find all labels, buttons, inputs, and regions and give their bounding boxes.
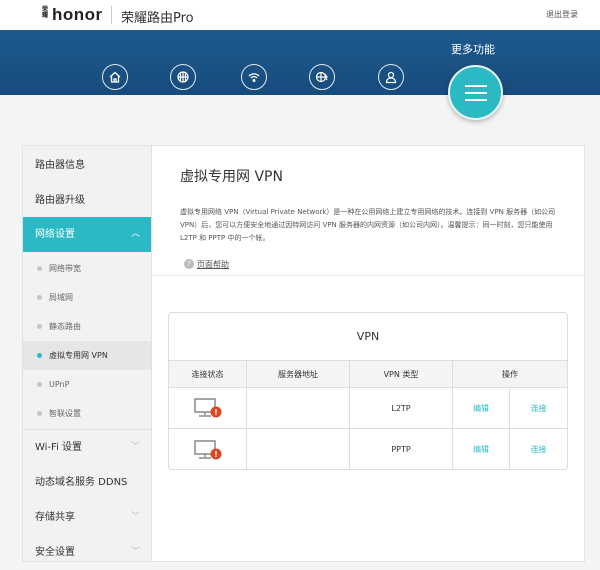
type-cell: L2TP <box>350 388 453 428</box>
sidebar: 路由器信息 路由器升级 网络设置 ︿ 网络带宽 局域网 静态路由 虚拟专用网 VP… <box>22 145 152 562</box>
sidebar-item-router-info[interactable]: 路由器信息 <box>23 148 152 183</box>
sidebar-item-label: 网络设置 <box>35 229 75 240</box>
user-icon[interactable] <box>378 64 404 90</box>
nav-band <box>0 30 600 95</box>
sidebar-item-router-upgrade[interactable]: 路由器升级 <box>23 183 152 218</box>
wifi-icon[interactable] <box>241 64 267 90</box>
home-icon[interactable] <box>102 64 128 90</box>
server-cell <box>247 429 350 469</box>
header-type: VPN 类型 <box>350 361 453 387</box>
sidebar-sub-vpn[interactable]: 虚拟专用网 VPN <box>23 341 152 370</box>
sidebar-item-label: Wi-Fi 设置 <box>35 442 83 453</box>
status-cell: ! <box>169 429 247 469</box>
table-row: ! L2TP 编辑 连接 <box>169 388 567 429</box>
divider <box>152 275 584 276</box>
chevron-down-icon: ﹀ <box>130 442 140 452</box>
page-help-link[interactable]: 页面帮助 <box>197 259 229 270</box>
sidebar-sub-lan[interactable]: 局域网 <box>23 283 152 312</box>
sidebar-sub-smart-link[interactable]: 智联设置 <box>23 399 152 428</box>
type-cell: PPTP <box>350 429 453 469</box>
page-title: 虚拟专用网 VPN <box>180 169 283 185</box>
more-functions-label: 更多功能 <box>451 43 495 56</box>
disconnected-monitor-icon: ! <box>193 439 221 459</box>
edit-button[interactable]: 编辑 <box>473 444 489 455</box>
table-header: 连接状态 服务器地址 VPN 类型 操作 <box>169 361 567 388</box>
edit-button[interactable]: 编辑 <box>473 403 489 414</box>
internet-icon[interactable] <box>170 64 196 90</box>
header-actions: 操作 <box>502 369 518 379</box>
svg-text:!: ! <box>214 450 218 459</box>
divider <box>111 6 112 24</box>
table-title: VPN <box>169 313 567 361</box>
sidebar-sub-upnp[interactable]: UPnP <box>23 370 152 399</box>
sidebar-item-label: 存储共享 <box>35 512 75 523</box>
menu-icon <box>464 84 487 87</box>
chevron-down-icon: ﹀ <box>130 547 140 557</box>
menu-icon-line <box>464 91 487 94</box>
top-bar: 荣耀 honor 荣耀路由Pro 退出登录 <box>0 0 600 30</box>
svg-text:!: ! <box>214 408 218 417</box>
header-status: 连接状态 <box>169 361 247 387</box>
header-server: 服务器地址 <box>247 361 350 387</box>
page-description: 虚拟专用网络 VPN（Virtual Private Network）是一种在公… <box>180 208 556 242</box>
sidebar-item-label: 安全设置 <box>35 547 75 558</box>
disconnected-monitor-icon: ! <box>193 398 221 418</box>
vpn-table: VPN 连接状态 服务器地址 VPN 类型 操作 ! L2TP 编辑 连接 ! … <box>168 312 568 470</box>
network-settings-icon[interactable] <box>309 64 335 90</box>
more-functions-button[interactable] <box>448 65 503 120</box>
connect-button[interactable]: 连接 <box>531 403 547 414</box>
chevron-up-icon: ︿ <box>130 229 140 239</box>
connect-button[interactable]: 连接 <box>531 444 547 455</box>
server-cell <box>247 388 350 428</box>
status-cell: ! <box>169 388 247 428</box>
table-row: ! PPTP 编辑 连接 <box>169 429 567 469</box>
honor-logo: 荣耀 honor <box>42 5 103 24</box>
chevron-down-icon: ﹀ <box>130 512 140 522</box>
main-panel: 虚拟专用网 VPN 虚拟专用网络 VPN（Virtual Private Net… <box>151 145 585 562</box>
menu-icon-line <box>464 98 487 101</box>
sidebar-item-network-settings[interactable]: 网络设置 ︿ <box>23 217 152 252</box>
product-name: 荣耀路由Pro <box>121 11 194 26</box>
sidebar-item-security[interactable]: 安全设置 ﹀ <box>23 535 152 570</box>
sidebar-item-storage[interactable]: 存储共享 ﹀ <box>23 500 152 535</box>
help-icon[interactable]: ? <box>184 259 194 269</box>
sidebar-sub-bandwidth[interactable]: 网络带宽 <box>23 254 152 283</box>
logout-link[interactable]: 退出登录 <box>546 9 578 20</box>
sidebar-sub-static-route[interactable]: 静态路由 <box>23 312 152 341</box>
sidebar-item-wifi[interactable]: Wi-Fi 设置 ﹀ <box>23 430 152 465</box>
sidebar-item-ddns[interactable]: 动态域名服务 DDNS <box>23 465 152 500</box>
